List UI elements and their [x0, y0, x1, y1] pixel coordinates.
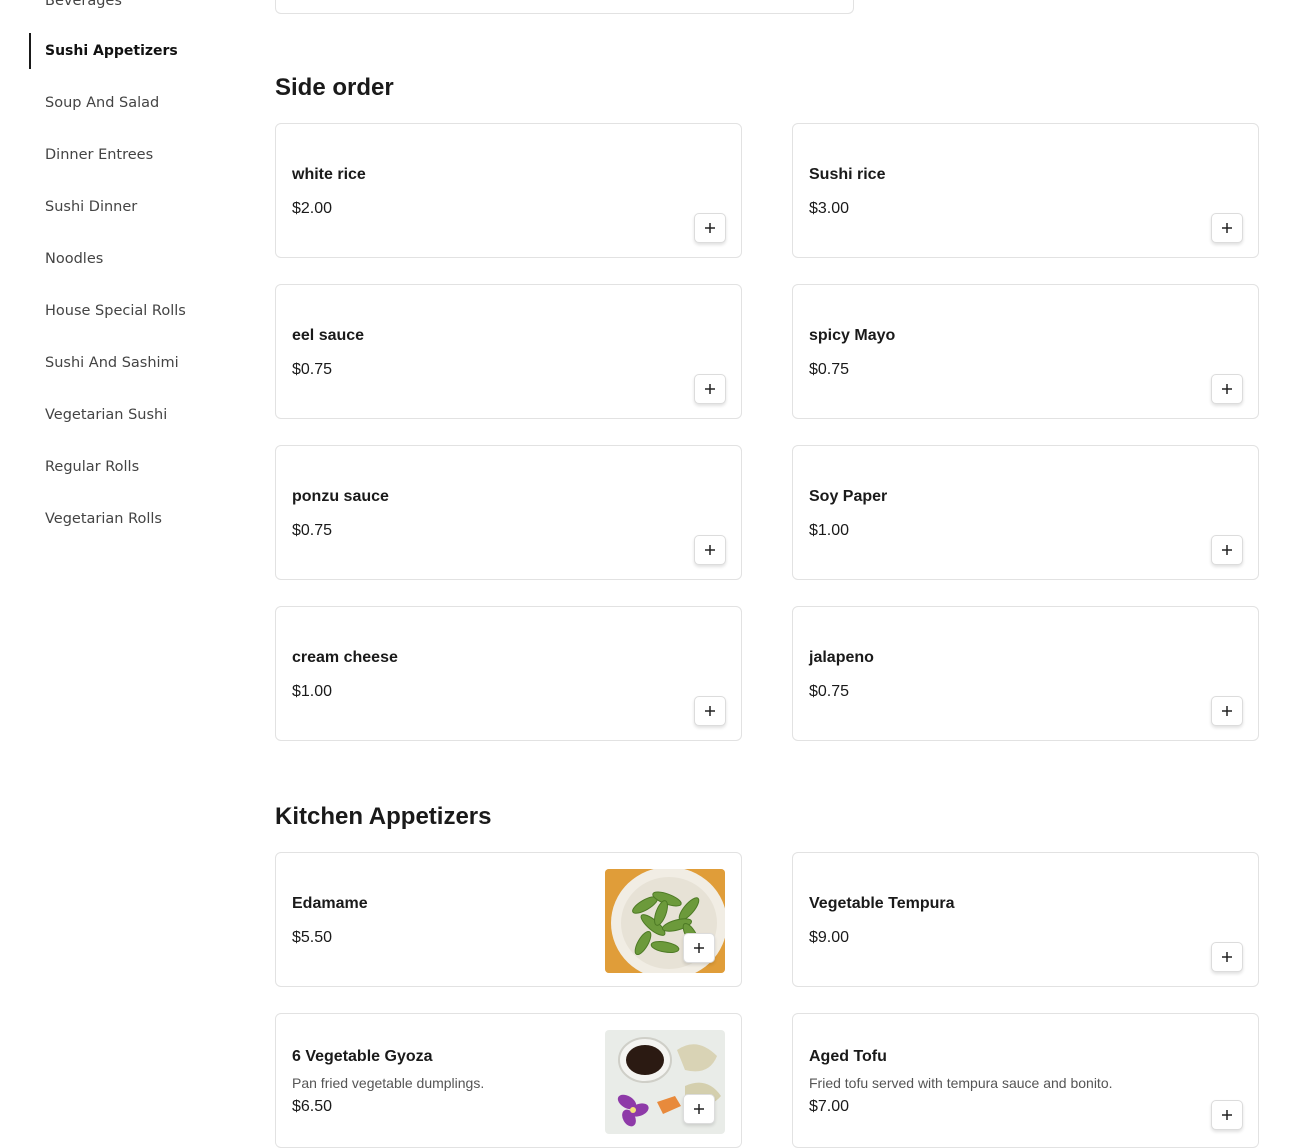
add-to-cart-button[interactable]	[694, 535, 726, 565]
menu-item-card[interactable]: ponzu sauce $0.75	[275, 445, 742, 580]
add-to-cart-button[interactable]	[694, 696, 726, 726]
item-name: Aged Tofu	[809, 1048, 887, 1065]
item-price: $0.75	[292, 522, 333, 539]
item-name: Soy Paper	[809, 488, 888, 505]
item-price: $0.75	[292, 361, 333, 378]
item-name: cream cheese	[292, 649, 398, 666]
add-to-cart-button[interactable]	[1211, 374, 1243, 404]
item-price: $3.00	[809, 200, 850, 217]
add-to-cart-button[interactable]	[1211, 942, 1243, 972]
menu-item-card[interactable]: Soy Paper $1.00	[792, 445, 1259, 580]
menu-item-card[interactable]: Vegetable Tempura $9.00	[792, 852, 1259, 987]
previous-menu-item-card[interactable]	[275, 0, 854, 14]
menu-item-card[interactable]: cream cheese $1.00	[275, 606, 742, 741]
menu-item-card[interactable]: Aged Tofu Fried tofu served with tempura…	[792, 1013, 1259, 1148]
add-to-cart-button[interactable]	[694, 213, 726, 243]
add-to-cart-button[interactable]	[1211, 213, 1243, 243]
plus-icon	[1222, 706, 1232, 716]
sidebar-item-noodles[interactable]: Noodles	[29, 241, 229, 277]
section-title-side-order: Side order	[275, 74, 394, 101]
gyoza-photo	[605, 1030, 725, 1134]
menu-item-card[interactable]: white rice $2.00	[275, 123, 742, 258]
item-price: $1.00	[292, 683, 333, 700]
plus-icon	[1222, 952, 1232, 962]
sidebar-item-regular-rolls[interactable]: Regular Rolls	[29, 449, 229, 485]
item-name: jalapeno	[809, 649, 874, 666]
item-price: $2.00	[292, 200, 333, 217]
item-price: $1.00	[809, 522, 850, 539]
sidebar-item-beverages[interactable]: Beverages	[29, 0, 229, 19]
menu-item-card[interactable]: spicy Mayo $0.75	[792, 284, 1259, 419]
category-sidebar: Beverages Sushi Appetizers Soup And Sala…	[0, 0, 240, 1103]
plus-icon	[1222, 223, 1232, 233]
plus-icon	[1222, 1110, 1232, 1120]
sidebar-item-sushi-dinner[interactable]: Sushi Dinner	[29, 189, 229, 225]
plus-icon	[705, 545, 715, 555]
sidebar-item-vegetarian-rolls[interactable]: Vegetarian Rolls	[29, 501, 229, 537]
sidebar-item-vegetarian-sushi[interactable]: Vegetarian Sushi	[29, 397, 229, 433]
plus-icon	[705, 384, 715, 394]
item-price: $0.75	[809, 683, 850, 700]
item-price: $9.00	[809, 929, 850, 946]
menu-item-card[interactable]: Edamame $5.50	[275, 852, 742, 987]
edamame-photo	[605, 869, 725, 973]
add-to-cart-button[interactable]	[694, 374, 726, 404]
plus-icon	[694, 943, 704, 953]
sidebar-item-sushi-and-sashimi[interactable]: Sushi And Sashimi	[29, 345, 229, 381]
item-name: Vegetable Tempura	[809, 895, 955, 912]
item-price: $7.00	[809, 1098, 850, 1115]
menu-item-card[interactable]: 6 Vegetable Gyoza Pan fried vegetable du…	[275, 1013, 742, 1148]
item-price: $5.50	[292, 929, 333, 946]
sidebar-item-dinner-entrees[interactable]: Dinner Entrees	[29, 137, 229, 173]
menu-item-card[interactable]: jalapeno $0.75	[792, 606, 1259, 741]
plus-icon	[694, 1104, 704, 1114]
item-name: 6 Vegetable Gyoza	[292, 1048, 433, 1065]
add-to-cart-button[interactable]	[683, 1094, 715, 1124]
item-name: eel sauce	[292, 327, 365, 344]
add-to-cart-button[interactable]	[1211, 535, 1243, 565]
sidebar-item-soup-and-salad[interactable]: Soup And Salad	[29, 85, 229, 121]
item-name: white rice	[292, 166, 366, 183]
add-to-cart-button[interactable]	[683, 933, 715, 963]
item-description: Pan fried vegetable dumplings.	[292, 1075, 485, 1091]
item-price: $6.50	[292, 1098, 333, 1115]
item-name: Edamame	[292, 895, 368, 912]
item-price: $0.75	[809, 361, 850, 378]
plus-icon	[1222, 384, 1232, 394]
sidebar-item-sushi-appetizers[interactable]: Sushi Appetizers	[29, 33, 229, 69]
plus-icon	[705, 223, 715, 233]
plus-icon	[1222, 545, 1232, 555]
menu-item-card[interactable]: eel sauce $0.75	[275, 284, 742, 419]
section-title-kitchen-appetizers: Kitchen Appetizers	[275, 803, 492, 830]
add-to-cart-button[interactable]	[1211, 1100, 1243, 1130]
item-description: Fried tofu served with tempura sauce and…	[809, 1075, 1113, 1091]
menu-item-card[interactable]: Sushi rice $3.00	[792, 123, 1259, 258]
add-to-cart-button[interactable]	[1211, 696, 1243, 726]
plus-icon	[705, 706, 715, 716]
item-name: spicy Mayo	[809, 327, 896, 344]
item-name: ponzu sauce	[292, 488, 389, 505]
item-name: Sushi rice	[809, 166, 886, 183]
sidebar-item-house-special-rolls[interactable]: House Special Rolls	[29, 293, 229, 329]
